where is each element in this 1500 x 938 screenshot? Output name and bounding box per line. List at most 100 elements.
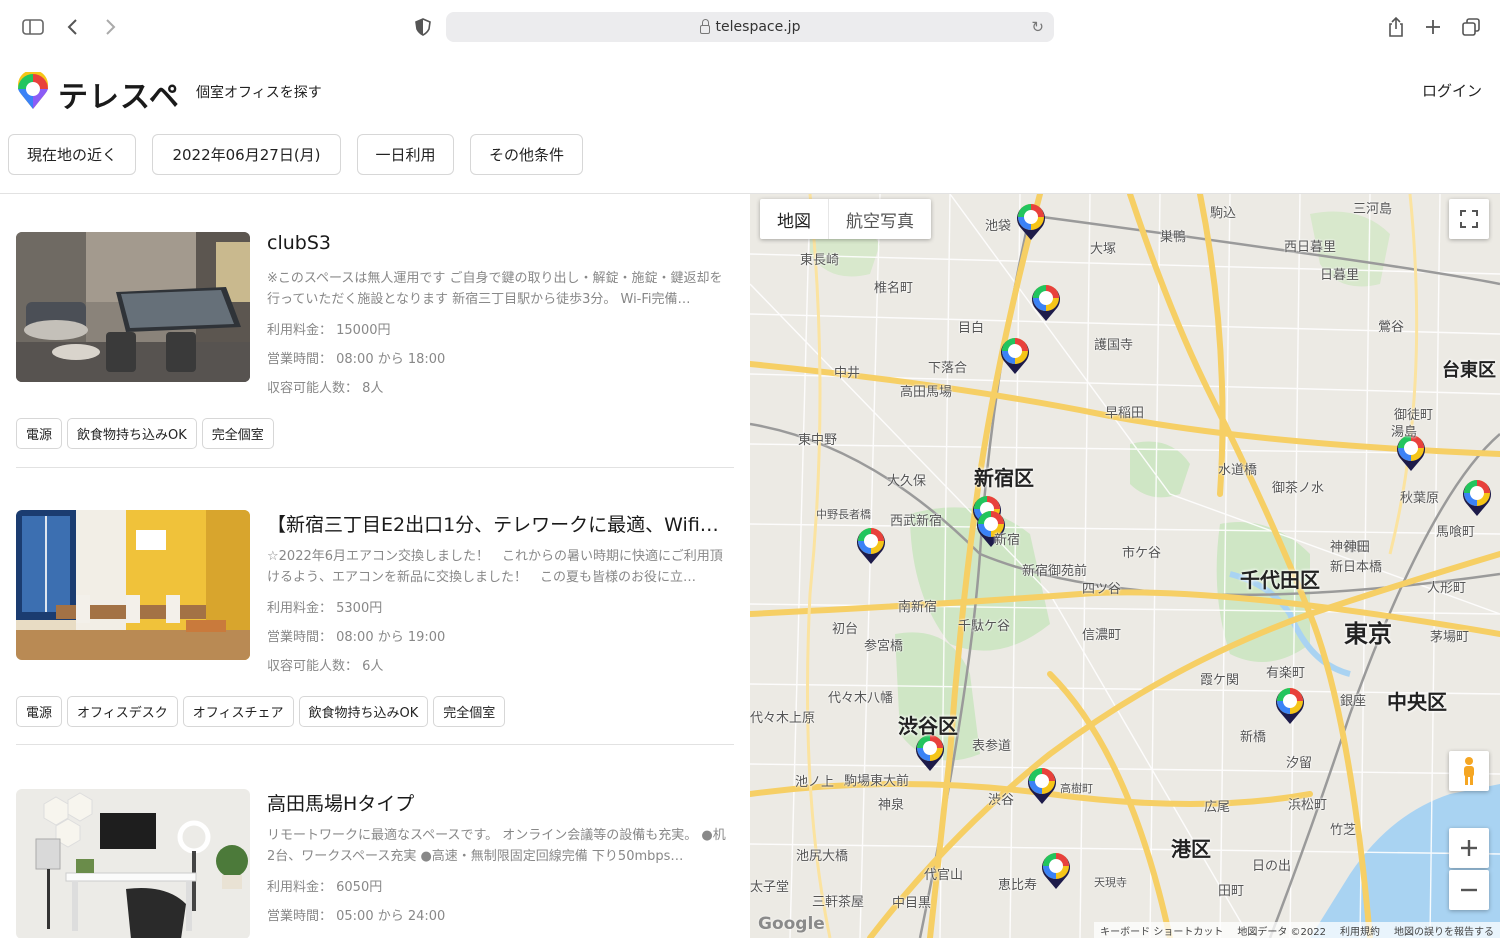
map-label-place: 茅場町: [1430, 630, 1470, 645]
tag: オフィスデスク: [67, 696, 178, 727]
listing-photo[interactable]: [16, 789, 250, 938]
map-footer-terms[interactable]: 利用規約: [1340, 923, 1380, 938]
google-logo[interactable]: Google: [758, 914, 825, 934]
map-label-place: 秋葉原: [1400, 491, 1440, 506]
browser-toolbar: telespace.jp ↻: [0, 0, 1500, 54]
map-label-ward: 台東区: [1442, 360, 1496, 381]
forward-icon[interactable]: [97, 14, 123, 40]
filter-bar: 現在地の近く 2022年06月27日(月) 一日利用 その他条件: [0, 134, 1500, 194]
map-label-place: 新宿: [994, 533, 1021, 548]
listing-tags: 電源 オフィスデスク オフィスチェア 飲食物持ち込みOK 完全個室: [16, 696, 506, 727]
map-label-place: 御茶ノ水: [1272, 481, 1325, 496]
tag: 電源: [16, 696, 63, 727]
listing-price: 利用料金： 6050円: [267, 880, 383, 895]
share-icon[interactable]: [1383, 14, 1409, 40]
filter-duration-button[interactable]: 一日利用: [357, 134, 454, 175]
url-text: telespace.jp: [715, 19, 801, 35]
nav-search-offices-link[interactable]: 個室オフィスを探す: [196, 82, 322, 102]
map-label-place: 池尻大橋: [796, 849, 849, 864]
filter-date-button[interactable]: 2022年06月27日(月): [152, 134, 341, 175]
map-footer: キーボード ショートカット 地図データ ©2022 利用規約 地図の誤りを報告す…: [1094, 922, 1500, 938]
tag: 完全個室: [433, 696, 506, 727]
address-bar[interactable]: telespace.jp ↻: [446, 12, 1054, 42]
map-label-place: 新橋: [1240, 730, 1267, 745]
back-icon[interactable]: [60, 14, 86, 40]
street-view-pegman-icon[interactable]: [1449, 751, 1489, 791]
map-label-place: 信濃町: [1082, 628, 1122, 643]
listing-photo[interactable]: [16, 510, 250, 660]
zoom-in-icon[interactable]: [1449, 828, 1489, 868]
sidebar-toggle-icon[interactable]: [20, 14, 46, 40]
map-label-place: 目白: [958, 321, 985, 336]
map-label-place: 渋谷: [988, 793, 1015, 808]
tag: 電源: [16, 418, 63, 449]
map-label-place: 高田馬場: [900, 385, 953, 400]
map-label-place: 椎名町: [874, 281, 914, 296]
listing-price: 利用料金： 15000円: [267, 323, 391, 338]
listing-title[interactable]: 高田馬場Hタイプ: [267, 789, 734, 816]
map-label-place: 下落合: [928, 361, 968, 376]
listing-list: clubS3 ※このスペースは無人運用です ご自身で鍵の取り出し・解錠・施錠・鍵…: [0, 194, 750, 938]
listing-description: ※このスペースは無人運用です ご自身で鍵の取り出し・解錠・施錠・鍵返却を行ってい…: [267, 271, 723, 307]
map-label-place: 東中野: [798, 433, 838, 448]
map-label-place: 三河島: [1353, 202, 1393, 217]
privacy-shield-icon[interactable]: [410, 14, 436, 40]
map-footer-shortcuts[interactable]: キーボード ショートカット: [1100, 923, 1223, 938]
tag: 完全個室: [201, 418, 274, 449]
map-label-place: 四ツ谷: [1082, 582, 1122, 597]
map-label-place: 西日暮里: [1284, 240, 1337, 255]
listing-description: リモートワークに最適なスペースです。 オンライン会議等の設備も充実。 ●机2台、…: [267, 828, 726, 864]
new-tab-icon[interactable]: [1420, 14, 1446, 40]
logo-text[interactable]: テレスペ: [58, 72, 180, 116]
map-label-place: 大塚: [1090, 242, 1117, 257]
map-label-place: 新宿御苑前: [1022, 564, 1088, 579]
map-label-place: 田町: [1218, 884, 1245, 899]
tag: オフィスチェア: [182, 696, 294, 727]
map-label-ward: 千代田区: [1240, 568, 1320, 592]
map-label-place: 鶯谷: [1378, 320, 1405, 335]
map-label-place: 表参道: [972, 739, 1012, 754]
tab-overview-icon[interactable]: [1458, 14, 1484, 40]
map-label-place: 駒場東大前: [844, 774, 910, 789]
listing-card[interactable]: 【新宿三丁目E2出口1分、テレワークに最適、Wifi… ☆2022年6月エアコン…: [16, 510, 734, 730]
map-label-place: 神泉: [878, 798, 905, 813]
map-label-place: 駒込: [1210, 206, 1237, 221]
map-type-satellite-button[interactable]: 航空写真: [828, 199, 931, 239]
map-label-place: 新日本橋: [1330, 560, 1383, 575]
map-label-place: 湯島: [1391, 425, 1418, 440]
map-label-place: 代々木上原: [750, 711, 816, 726]
map-label-place: 早稲田: [1105, 406, 1145, 421]
listing-card[interactable]: clubS3 ※このスペースは無人運用です ご自身で鍵の取り出し・解錠・施錠・鍵…: [16, 232, 734, 452]
map-label-place: 初台: [832, 622, 859, 637]
map-label-place: 中野長者橋: [816, 508, 871, 521]
map-label-place: 高樹町: [1060, 782, 1093, 795]
map-label-place: 霞ケ関: [1200, 673, 1240, 688]
map-label-ward: 港区: [1171, 837, 1211, 861]
map-label-place: 池袋: [985, 219, 1012, 234]
map-view[interactable]: 新宿区 千代田区 東京 中央区 渋谷区 港区 台東区 池袋 大塚 巣鴨 駒込 三…: [750, 194, 1500, 938]
filter-nearby-button[interactable]: 現在地の近く: [8, 134, 136, 175]
map-label-place: 浜松町: [1288, 798, 1328, 813]
zoom-out-icon[interactable]: [1449, 870, 1489, 910]
map-label-place: 銀座: [1340, 694, 1367, 709]
listing-photo[interactable]: [16, 232, 250, 382]
map-label-place: 神田: [1344, 540, 1371, 555]
map-label-ward: 新宿区: [974, 466, 1034, 490]
listing-hours: 営業時間： 08:00 から 19:00: [267, 630, 446, 645]
map-base: [750, 194, 1500, 938]
map-type-map-button[interactable]: 地図: [760, 199, 828, 239]
logo-pin-icon[interactable]: [16, 70, 50, 114]
listing-card[interactable]: 高田馬場Hタイプ リモートワークに最適なスペースです。 オンライン会議等の設備も…: [16, 789, 734, 938]
divider: [16, 467, 734, 468]
map-label-place: 西武新宿: [890, 514, 943, 529]
map-footer-report[interactable]: 地図の誤りを報告する: [1394, 923, 1494, 938]
reload-icon[interactable]: ↻: [1031, 18, 1044, 36]
listing-title[interactable]: clubS3: [267, 232, 734, 254]
tag: 飲食物持ち込みOK: [298, 696, 429, 727]
fullscreen-icon[interactable]: [1449, 199, 1489, 239]
listing-title[interactable]: 【新宿三丁目E2出口1分、テレワークに最適、Wifi…: [267, 510, 734, 537]
login-link[interactable]: ログイン: [1422, 80, 1482, 101]
filter-other-button[interactable]: その他条件: [470, 134, 583, 175]
listing-description: ☆2022年6月エアコン交換しました！ これからの暑い時期に快適にご利用頂けるよ…: [267, 549, 723, 585]
map-label-ward: 渋谷区: [898, 714, 958, 738]
